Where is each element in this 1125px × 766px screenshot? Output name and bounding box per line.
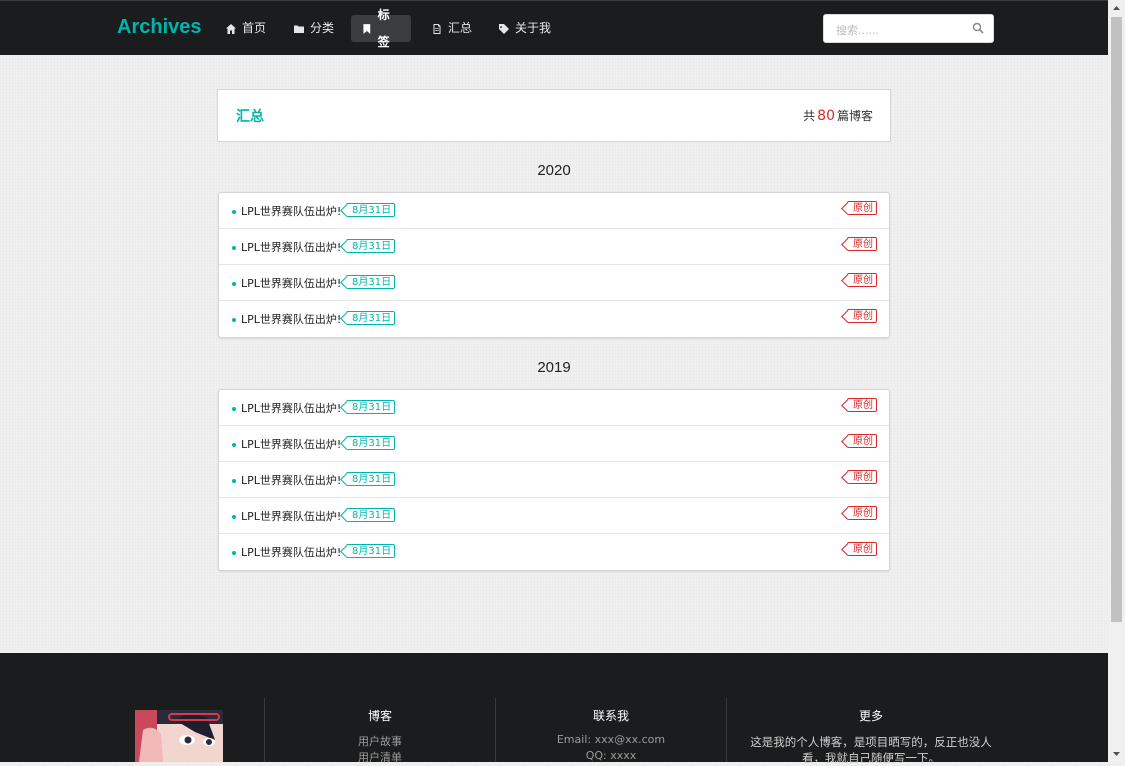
avatar-image <box>135 710 223 762</box>
nav-item-tags[interactable]: 标签 <box>351 8 411 49</box>
post-row[interactable]: LPL世界赛队伍出炉! 8月31日 原创 <box>219 229 889 265</box>
date-tag: 8月31日 <box>346 275 396 289</box>
post-row[interactable]: LPL世界赛队伍出炉! 8月31日 原创 <box>219 390 889 426</box>
footer-link-user-story[interactable]: 用户故事 <box>265 733 495 749</box>
date-tag: 8月31日 <box>346 436 396 450</box>
bullet-dot <box>232 551 236 555</box>
post-title-link[interactable]: LPL世界赛队伍出炉! <box>241 436 341 452</box>
post-title-link[interactable]: LPL世界赛队伍出炉! <box>241 544 341 560</box>
original-tag: 原创 <box>847 506 877 520</box>
post-row[interactable]: LPL世界赛队伍出炉! 8月31日 原创 <box>219 462 889 498</box>
year-post-list: LPL世界赛队伍出炉! 8月31日 原创 LPL世界赛队伍出炉! 8月31日 原… <box>218 192 890 338</box>
original-tag: 原创 <box>847 273 877 287</box>
date-tag: 8月31日 <box>346 311 396 325</box>
brand-logo[interactable]: Archives <box>117 16 202 39</box>
footer-contact-qq: QQ: xxxx <box>585 749 637 762</box>
bullet-dot <box>232 246 236 250</box>
archive-summary-header: 汇总 共 80 篇博客 <box>217 89 891 142</box>
post-title-link[interactable]: LPL世界赛队伍出炉! <box>241 508 341 524</box>
date-tag: 8月31日 <box>346 203 396 217</box>
post-row[interactable]: LPL世界赛队伍出炉! 8月31日 原创 <box>219 193 889 229</box>
nav-item-label: 标签 <box>377 7 390 49</box>
date-tag: 8月31日 <box>346 400 396 414</box>
bullet-dot <box>232 443 236 447</box>
post-row[interactable]: LPL世界赛队伍出炉! 8月31日 原创 <box>219 301 889 337</box>
scroll-up-arrow-icon[interactable] <box>1108 0 1125 17</box>
search-input[interactable] <box>834 20 968 40</box>
post-row[interactable]: LPL世界赛队伍出炉! 8月31日 原创 <box>219 426 889 462</box>
post-title-link[interactable]: LPL世界赛队伍出炉! <box>241 239 341 255</box>
scroll-down-arrow-icon[interactable] <box>1108 745 1125 762</box>
post-title-link[interactable]: LPL世界赛队伍出炉! <box>241 400 341 416</box>
bullet-dot <box>232 282 236 286</box>
bullet-dot <box>232 407 236 411</box>
original-tag: 原创 <box>847 237 877 251</box>
page-footer: 博客 用户故事 用户清单 联系我 Email: xxx@xx.com QQ: x… <box>0 653 1108 765</box>
footer-contact-email: Email: xxx@xx.com <box>556 733 666 746</box>
footer-contact-title: 联系我 <box>592 709 629 723</box>
nav-item-label: 首页 <box>242 21 267 35</box>
post-count-prefix: 共 <box>803 109 816 123</box>
bullet-dot <box>232 210 236 214</box>
nav-item-home[interactable]: 首页 <box>215 15 276 42</box>
home-icon <box>226 23 236 34</box>
nav-item-archive[interactable]: 汇总 <box>421 15 482 42</box>
post-title-link[interactable]: LPL世界赛队伍出炉! <box>241 472 341 488</box>
nav-item-category[interactable]: 分类 <box>283 15 344 42</box>
nav-item-label: 汇总 <box>448 21 473 35</box>
bullet-dot <box>232 318 236 322</box>
footer-more-title: 更多 <box>858 709 883 723</box>
file-icon <box>433 23 441 34</box>
folder-icon <box>294 25 304 33</box>
post-row[interactable]: LPL世界赛队伍出炉! 8月31日 原创 <box>219 265 889 301</box>
avatar <box>135 710 223 762</box>
year-post-list: LPL世界赛队伍出炉! 8月31日 原创 LPL世界赛队伍出炉! 8月31日 原… <box>218 389 890 571</box>
date-tag: 8月31日 <box>346 508 396 522</box>
page-scrollbar[interactable] <box>1108 0 1125 762</box>
post-count-number: 80 <box>817 108 835 124</box>
scroll-thumb[interactable] <box>1111 17 1122 622</box>
bullet-dot <box>232 515 236 519</box>
post-count: 共 80 篇博客 <box>803 107 873 124</box>
post-title-link[interactable]: LPL世界赛队伍出炉! <box>241 275 341 291</box>
post-title-link[interactable]: LPL世界赛队伍出炉! <box>241 311 341 327</box>
bookmark-icon <box>363 23 371 34</box>
nav-item-label: 分类 <box>310 21 335 35</box>
post-row[interactable]: LPL世界赛队伍出炉! 8月31日 原创 <box>219 534 889 570</box>
original-tag: 原创 <box>847 470 877 484</box>
original-tag: 原创 <box>847 542 877 556</box>
top-navbar: Archives 首页 分类 标签 汇总 关于我 <box>0 0 1108 55</box>
year-heading: 2020 <box>537 162 571 179</box>
summary-title: 汇总 <box>236 109 264 125</box>
search-icon[interactable] <box>972 22 984 34</box>
date-tag: 8月31日 <box>346 239 396 253</box>
tag-icon <box>499 23 509 34</box>
search-box <box>823 14 994 43</box>
post-row[interactable]: LPL世界赛队伍出炉! 8月31日 原创 <box>219 498 889 534</box>
original-tag: 原创 <box>847 434 877 448</box>
original-tag: 原创 <box>847 398 877 412</box>
nav-item-about[interactable]: 关于我 <box>488 15 561 42</box>
original-tag: 原创 <box>847 309 877 323</box>
footer-link-user-list[interactable]: 用户清单 <box>265 749 495 765</box>
date-tag: 8月31日 <box>346 544 396 558</box>
original-tag: 原创 <box>847 201 877 215</box>
footer-more-text: 这是我的个人博客，是项目晒写的，反正也没人看，我就自己随便写一下。 <box>750 735 992 765</box>
footer-blog-title: 博客 <box>367 709 392 723</box>
nav-item-label: 关于我 <box>515 21 552 35</box>
post-count-suffix: 篇博客 <box>836 109 873 123</box>
date-tag: 8月31日 <box>346 472 396 486</box>
bullet-dot <box>232 479 236 483</box>
post-title-link[interactable]: LPL世界赛队伍出炉! <box>241 203 341 219</box>
year-heading: 2019 <box>537 359 571 376</box>
